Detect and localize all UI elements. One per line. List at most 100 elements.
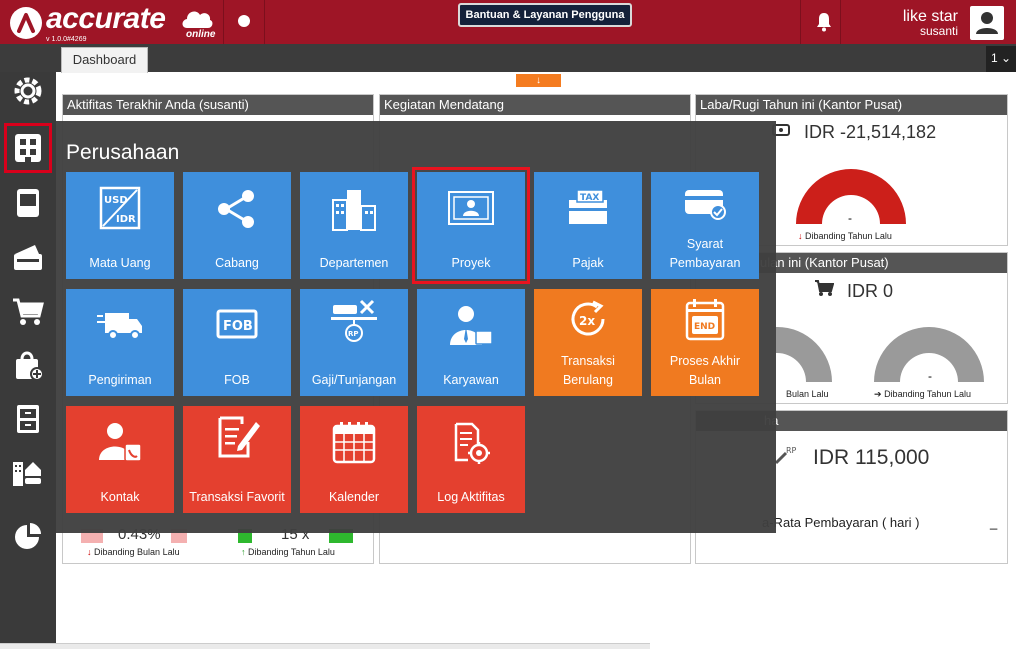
help-button[interactable]: Bantuan & Layanan Pengguna	[458, 3, 632, 27]
sidebar-item-settings[interactable]	[4, 66, 52, 116]
logo-mark-icon	[10, 7, 42, 39]
sidebar-item-reports[interactable]	[4, 512, 52, 562]
building-car-icon	[13, 462, 41, 486]
tile-label: Mata Uang	[89, 256, 151, 270]
cabinet-icon	[17, 405, 39, 433]
tile-label: Departemen	[319, 256, 389, 270]
month-gauge-left	[776, 327, 832, 382]
tile-label: Transaksi Berulang	[561, 354, 615, 387]
tile-kontak[interactable]: Kontak	[66, 406, 174, 513]
sidebar-item-book[interactable]	[4, 178, 52, 228]
truck-icon	[97, 313, 142, 340]
panel-title: Kegiatan Mendatang	[380, 95, 690, 115]
calendar-icon	[332, 422, 376, 464]
share-icon	[218, 190, 254, 228]
tab-dashboard[interactable]: Dashboard	[61, 47, 148, 73]
settings-icon	[14, 77, 42, 105]
logo-text: accurate	[46, 2, 166, 35]
cloud-icon	[182, 11, 213, 28]
tile-label: Proses Akhir Bulan	[669, 354, 741, 387]
repeat-2x-icon: 2x	[571, 300, 605, 336]
user-subtitle: susanti	[919, 24, 958, 38]
tile-karyawan[interactable]: Karyawan	[417, 289, 525, 396]
tile-mata-uang[interactable]: USD IDR Mata Uang	[66, 172, 174, 279]
sidebar-item-wallet[interactable]	[4, 232, 52, 282]
collapse-toggle-button[interactable]: ↓	[516, 74, 561, 87]
avatar[interactable]	[970, 6, 1004, 40]
tile-label: Karyawan	[443, 373, 499, 387]
profit-compare: ↓ Dibanding Tahun Lalu	[798, 231, 892, 241]
svg-text:RP: RP	[786, 446, 797, 455]
calendar-end-icon: END	[685, 299, 725, 341]
project-icon	[448, 191, 494, 225]
sidebar-item-cart[interactable]	[4, 286, 52, 336]
tile-proyek[interactable]: Proyek	[412, 167, 530, 284]
svg-text:END: END	[694, 322, 715, 332]
sidebar-item-cabinet[interactable]	[4, 394, 52, 444]
tax-icon: TAX	[569, 189, 607, 224]
card-check-icon	[685, 190, 726, 220]
tile-pengiriman[interactable]: Pengiriman	[66, 289, 174, 396]
tab-count-dropdown[interactable]: 1 ⌄	[986, 46, 1016, 72]
company-menu-overlay: Perusahaan USD IDR Mata Uang Cabang Depar…	[56, 121, 776, 533]
fob-icon: FOB	[216, 309, 258, 339]
top-bar: accurate online v 1.0.0#4269 Bantuan & L…	[0, 0, 1016, 44]
tile-label: Log Aktifitas	[437, 490, 505, 504]
svg-text:USD: USD	[104, 195, 128, 206]
avg-label: a-Rata Pembayaran ( hari )	[762, 515, 920, 530]
svg-text:TAX: TAX	[580, 193, 599, 203]
sidebar-item-company[interactable]	[4, 123, 52, 173]
salary-icon: RP	[331, 299, 377, 342]
company-icon	[15, 134, 41, 162]
month-value: IDR 0	[847, 281, 894, 301]
sidebar-item-assets[interactable]	[4, 448, 52, 498]
divider	[800, 0, 801, 44]
user-icon	[976, 12, 998, 34]
divider	[223, 0, 224, 44]
sidebar-item-bag[interactable]	[4, 340, 52, 390]
receivable-value: IDR 115,000	[813, 446, 930, 469]
tab-bar	[0, 44, 1016, 72]
tile-log-aktifitas[interactable]: Log Aktifitas	[417, 406, 525, 513]
svg-text:FOB: FOB	[223, 319, 253, 334]
bag-icon	[16, 351, 44, 381]
tile-kalender[interactable]: Kalender	[300, 406, 408, 513]
avg-value: _	[990, 515, 998, 530]
month-compare-right: ➔ Dibanding Tahun Lalu	[874, 389, 971, 399]
profit-value: IDR -21,514,182	[804, 122, 937, 142]
svg-text:IDR: IDR	[116, 214, 136, 225]
profit-dash: -	[848, 211, 852, 225]
buildings-icon	[332, 190, 376, 231]
tile-label: Gaji/Tunjangan	[311, 373, 397, 387]
compare-month: ↓ Dibanding Bulan Lalu	[87, 547, 180, 557]
tile-label: Kontak	[100, 490, 140, 504]
panel-title: Aktifitas Terakhir Anda (susanti)	[63, 95, 373, 115]
tile-label: Syarat Pembayaran	[669, 237, 741, 270]
tile-fob[interactable]: FOB FOB	[183, 289, 291, 396]
tile-cabang[interactable]: Cabang	[183, 172, 291, 279]
rp-icon: RP	[774, 446, 797, 465]
tile-label: Transaksi Favorit	[189, 490, 285, 504]
tile-departemen[interactable]: Departemen	[300, 172, 408, 279]
divider	[264, 0, 265, 44]
usd-idr-icon: USD IDR	[99, 186, 141, 230]
dot-menu-button[interactable]	[238, 15, 250, 27]
contact-icon	[99, 423, 142, 462]
divider	[840, 0, 841, 44]
tile-syarat-pembayaran[interactable]: Syarat Pembayaran	[651, 172, 759, 279]
bell-icon[interactable]	[815, 12, 833, 32]
book-icon	[17, 189, 39, 217]
favorite-edit-icon	[218, 416, 260, 458]
tile-label: Kalender	[328, 490, 380, 504]
tile-transaksi-berulang[interactable]: 2x Transaksi Berulang	[534, 289, 642, 396]
tile-transaksi-favorit[interactable]: Transaksi Favorit	[183, 406, 291, 513]
month-dash: -	[928, 369, 932, 383]
tile-proses-akhir-bulan[interactable]: END Proses Akhir Bulan	[651, 289, 759, 396]
app-version: v 1.0.0#4269	[46, 36, 87, 43]
pie-chart-icon	[15, 523, 41, 549]
tile-pajak[interactable]: TAX Pajak	[534, 172, 642, 279]
wallet-icon	[14, 245, 42, 270]
svg-text:2x: 2x	[579, 314, 595, 328]
tile-gaji-tunjangan[interactable]: RP Gaji/Tunjangan	[300, 289, 408, 396]
tile-label: Pengiriman	[88, 373, 152, 387]
